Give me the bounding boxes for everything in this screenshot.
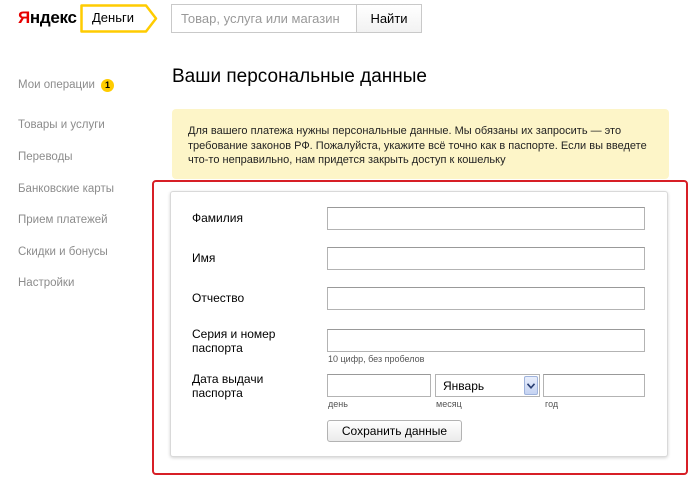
- sidebar-item-label: Переводы: [18, 150, 73, 163]
- notification-badge: 1: [100, 78, 114, 92]
- search-button[interactable]: Найти: [356, 4, 422, 33]
- sidebar-item-operations[interactable]: Мои операции 1: [18, 78, 148, 92]
- sidebar-item-transfers[interactable]: Переводы: [18, 141, 148, 173]
- day-hint: день: [328, 399, 348, 409]
- issue-month-value: Январь: [443, 379, 485, 393]
- service-tab-dengi[interactable]: Деньги: [80, 4, 158, 33]
- sidebar-item-bank-cards[interactable]: Банковские карты: [18, 173, 148, 205]
- service-tab-label: Деньги: [92, 10, 134, 25]
- logo-text: ндекс: [29, 8, 77, 27]
- sidebar-item-discounts[interactable]: Скидки и бонусы: [18, 236, 148, 268]
- sidebar-item-payments[interactable]: Прием платежей: [18, 204, 148, 236]
- sidebar-item-label: Мои операции: [18, 79, 95, 91]
- page-title: Ваши персональные данные: [172, 66, 427, 87]
- year-hint: год: [545, 399, 559, 409]
- yandex-logo[interactable]: Яндекс: [18, 8, 77, 28]
- sidebar-item-goods[interactable]: Товары и услуги: [18, 110, 148, 142]
- passport-label-line1: Серия и номер: [192, 327, 276, 341]
- chevron-down-icon[interactable]: [524, 376, 538, 395]
- surname-label: Фамилия: [192, 211, 243, 225]
- sidebar-nav: Мои операции 1 Товары и услуги Переводы …: [18, 78, 148, 299]
- name-input[interactable]: [327, 247, 645, 270]
- passport-number-input[interactable]: [327, 329, 645, 352]
- patronymic-input[interactable]: [327, 287, 645, 310]
- sidebar-item-label: Банковские карты: [18, 182, 114, 195]
- issue-date-label-line2: паспорта: [192, 386, 243, 400]
- notice-banner: Для вашего платежа нужны персональные да…: [172, 109, 669, 179]
- surname-input[interactable]: [327, 207, 645, 230]
- logo-letter: Я: [18, 8, 30, 27]
- passport-label: Серия и номер паспорта: [192, 327, 275, 355]
- sidebar-item-label: Скидки и бонусы: [18, 245, 108, 258]
- passport-hint: 10 цифр, без пробелов: [328, 354, 425, 364]
- save-data-button[interactable]: Сохранить данные: [327, 420, 462, 442]
- passport-label-line2: паспорта: [192, 341, 243, 355]
- notice-text: Для вашего платежа нужны персональные да…: [188, 125, 647, 166]
- personal-data-form: [170, 191, 668, 457]
- patronymic-label: Отчество: [192, 291, 245, 305]
- issue-year-input[interactable]: [543, 374, 645, 397]
- name-label: Имя: [192, 251, 216, 265]
- sidebar-item-settings[interactable]: Настройки: [18, 268, 148, 300]
- sidebar-item-label: Настройки: [18, 277, 75, 290]
- sidebar-item-label: Прием платежей: [18, 214, 108, 227]
- issue-date-label-line1: Дата выдачи: [192, 372, 264, 386]
- sidebar-item-label: Товары и услуги: [18, 119, 105, 132]
- month-hint: месяц: [436, 399, 462, 409]
- search-input[interactable]: [171, 4, 356, 33]
- issue-month-select[interactable]: Январь: [435, 374, 540, 397]
- issue-day-input[interactable]: [327, 374, 431, 397]
- issue-date-label: Дата выдачи паспорта: [192, 372, 263, 400]
